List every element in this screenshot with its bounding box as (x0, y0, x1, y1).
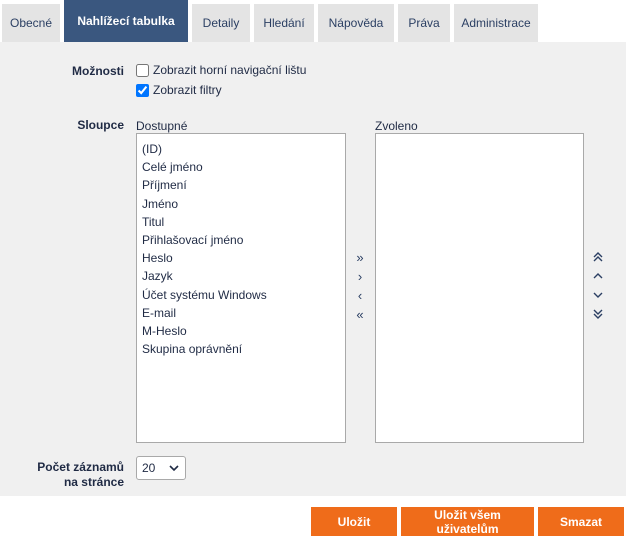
list-item[interactable]: Jazyk (142, 267, 340, 285)
selected-columns-list[interactable] (375, 133, 584, 443)
move-right-icon[interactable]: › (352, 267, 368, 285)
list-item[interactable]: Účet systému Windows (142, 286, 340, 304)
list-item[interactable]: (ID) (142, 140, 340, 158)
tab-prava[interactable]: Práva (398, 4, 450, 42)
tab-detaily[interactable]: Detaily (192, 4, 250, 42)
tab-label: Nahlížecí tabulka (77, 14, 175, 28)
move-all-left-icon[interactable]: « (352, 305, 368, 323)
tab-label: Detaily (202, 16, 240, 30)
list-item[interactable]: Přihlašovací jméno (142, 231, 340, 249)
double-chevron-up-icon[interactable] (590, 248, 606, 266)
show-top-nav-checkbox[interactable] (136, 63, 149, 77)
list-item[interactable]: E-mail (142, 304, 340, 322)
records-label-line1: Počet záznamů (37, 460, 124, 474)
tab-hledani[interactable]: Hledání (254, 4, 314, 42)
tab-administrace[interactable]: Administrace (454, 4, 538, 42)
order-buttons (590, 248, 606, 323)
move-buttons: » › ‹ « (352, 248, 368, 323)
tab-bar: Obecné Nahlížecí tabulka Detaily Hledání… (0, 0, 626, 42)
move-all-right-icon[interactable]: » (352, 248, 368, 266)
save-button[interactable]: Uložit (311, 507, 397, 536)
list-item[interactable]: Skupina oprávnění (142, 340, 340, 358)
list-item[interactable]: Celé jméno (142, 158, 340, 176)
records-per-page-label: Počet záznamů na stránce (10, 460, 124, 490)
chevron-down-icon (169, 465, 179, 472)
chevron-up-icon[interactable] (590, 267, 606, 285)
list-item[interactable]: Heslo (142, 249, 340, 267)
settings-panel: Možnosti Zobrazit horní navigační lištu … (0, 42, 626, 496)
tab-obecne[interactable]: Obecné (2, 4, 60, 42)
list-item[interactable]: Titul (142, 213, 340, 231)
available-columns-list[interactable]: (ID) Celé jméno Příjmení Jméno Titul Při… (136, 133, 346, 443)
tab-napoveda[interactable]: Nápověda (318, 4, 394, 42)
save-all-users-button[interactable]: Uložit všem uživatelům (401, 507, 534, 536)
tab-label: Obecné (9, 16, 53, 30)
chevron-down-icon[interactable] (590, 286, 606, 304)
double-chevron-down-icon[interactable] (590, 305, 606, 323)
show-filters-label: Zobrazit filtry (153, 83, 222, 97)
tab-label: Práva (408, 16, 440, 30)
show-top-nav-checkbox-row[interactable]: Zobrazit horní navigační lištu (136, 63, 306, 77)
footer-bar: Uložit Uložit všem uživatelům Smazat (0, 496, 626, 538)
list-item[interactable]: Jméno (142, 195, 340, 213)
available-title: Dostupné (136, 119, 188, 133)
records-per-page-select[interactable]: 20 (136, 456, 186, 480)
tab-label: Hledání (263, 16, 305, 30)
options-label: Možnosti (72, 64, 124, 78)
columns-label: Sloupce (77, 118, 124, 132)
show-top-nav-label: Zobrazit horní navigační lištu (153, 63, 307, 77)
show-filters-checkbox[interactable] (136, 83, 149, 97)
selected-title: Zvoleno (375, 119, 418, 133)
tab-label: Administrace (461, 16, 531, 30)
list-item[interactable]: Příjmení (142, 176, 340, 194)
show-filters-checkbox-row[interactable]: Zobrazit filtry (136, 83, 222, 97)
move-left-icon[interactable]: ‹ (352, 286, 368, 304)
tab-nahlizeci-tabulka[interactable]: Nahlížecí tabulka (64, 0, 188, 42)
delete-button[interactable]: Smazat (538, 507, 624, 536)
list-item[interactable]: M-Heslo (142, 322, 340, 340)
records-per-page-value: 20 (142, 461, 156, 475)
tab-label: Nápověda (328, 16, 384, 30)
records-label-line2: na stránce (63, 475, 124, 489)
